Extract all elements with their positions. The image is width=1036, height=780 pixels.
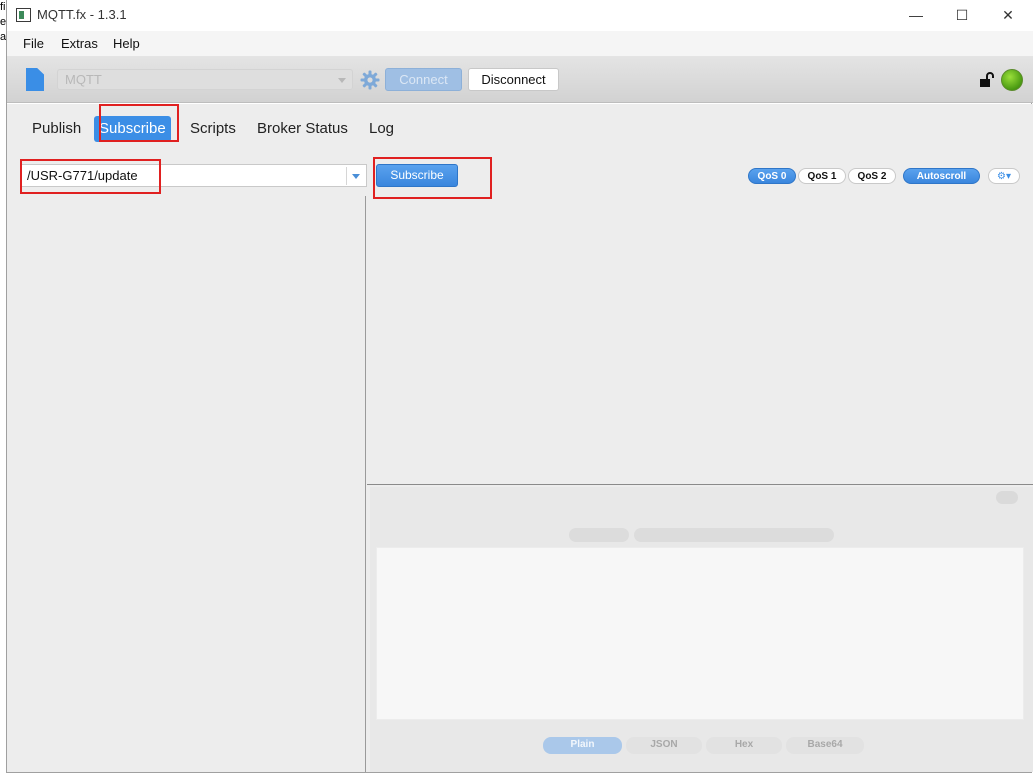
- connect-button[interactable]: Connect: [385, 68, 462, 91]
- tab-broker-status[interactable]: Broker Status: [252, 116, 353, 142]
- message-meta-placeholder: [634, 528, 834, 542]
- tab-publish[interactable]: Publish: [27, 116, 86, 142]
- close-button[interactable]: ✕: [985, 0, 1031, 30]
- menu-bar: File Extras Help: [7, 31, 1033, 56]
- message-detail-pane: Plain JSON Hex Base64: [370, 487, 1033, 772]
- settings-menu-button[interactable]: ⚙▾: [988, 168, 1020, 184]
- detail-toggle[interactable]: [996, 491, 1018, 504]
- window-title: MQTT.fx - 1.3.1: [37, 7, 127, 22]
- gear-icon[interactable]: [360, 70, 380, 90]
- subscriptions-list[interactable]: [7, 196, 366, 772]
- menu-file[interactable]: File: [23, 36, 44, 51]
- connection-status-indicator: [1001, 69, 1023, 91]
- subscribe-button[interactable]: Subscribe: [376, 164, 458, 187]
- title-bar: MQTT.fx - 1.3.1 — ☐ ✕: [7, 0, 1033, 31]
- chevron-down-icon[interactable]: [352, 174, 360, 179]
- gear-icon: ⚙▾: [997, 171, 1011, 182]
- app-icon: [16, 8, 31, 22]
- qos-2-toggle[interactable]: QoS 2: [848, 168, 896, 184]
- payload-area[interactable]: [376, 547, 1024, 720]
- connection-profile-value: MQTT: [65, 72, 102, 87]
- tab-scripts[interactable]: Scripts: [185, 116, 241, 142]
- messages-list[interactable]: [367, 196, 1033, 485]
- topic-value: /USR-G771/update: [27, 168, 138, 183]
- dropdown-divider: [346, 167, 347, 185]
- qos-0-toggle[interactable]: QoS 0: [748, 168, 796, 184]
- qos-1-toggle[interactable]: QoS 1: [798, 168, 846, 184]
- maximize-button[interactable]: ☐: [939, 0, 985, 30]
- connection-profile-select[interactable]: MQTT: [57, 69, 353, 90]
- unlock-icon: [980, 72, 994, 87]
- main-content: Publish Subscribe Scripts Broker Status …: [7, 104, 1033, 772]
- disconnect-button[interactable]: Disconnect: [468, 68, 559, 91]
- autoscroll-toggle[interactable]: Autoscroll: [903, 168, 980, 184]
- topic-input[interactable]: /USR-G771/update: [21, 164, 367, 187]
- tab-log[interactable]: Log: [364, 116, 399, 142]
- menu-help[interactable]: Help: [113, 36, 140, 51]
- format-json-button[interactable]: JSON: [626, 737, 702, 754]
- app-window: MQTT.fx - 1.3.1 — ☐ ✕ File Extras Help M…: [6, 0, 1033, 773]
- tab-subscribe[interactable]: Subscribe: [94, 116, 171, 142]
- menu-extras[interactable]: Extras: [61, 36, 98, 51]
- file-icon[interactable]: [26, 68, 44, 91]
- chevron-down-icon: [338, 78, 346, 83]
- connection-toolbar: MQTT Connect Disconnect: [7, 56, 1033, 103]
- message-topic-placeholder: [569, 528, 629, 542]
- minimize-button[interactable]: —: [893, 0, 939, 30]
- format-plain-button[interactable]: Plain: [543, 737, 622, 754]
- format-base64-button[interactable]: Base64: [786, 737, 864, 754]
- format-hex-button[interactable]: Hex: [706, 737, 782, 754]
